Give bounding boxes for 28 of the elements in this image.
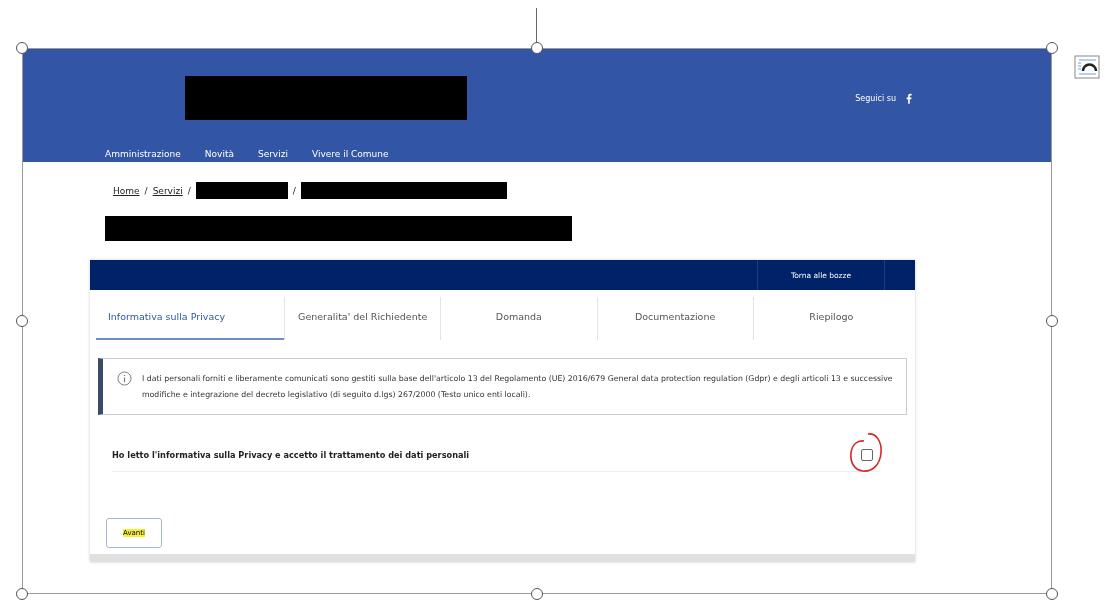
nav-link[interactable]: Vivere il Comune — [311, 149, 389, 159]
breadcrumb-separator: / — [144, 185, 148, 196]
breadcrumb-separator: / — [187, 185, 191, 196]
consent-label: Ho letto l'informativa sulla Privacy e accetto il trattamento dei dati personali — [112, 450, 470, 460]
step-tab[interactable]: Generalita' del Richiedente — [284, 297, 441, 340]
resize-handle[interactable] — [1046, 588, 1058, 600]
breadcrumb-link[interactable]: Home — [113, 185, 140, 196]
nav-link[interactable]: Servizi — [257, 149, 288, 159]
resize-handle[interactable] — [16, 42, 28, 54]
step-tab[interactable]: Domanda — [440, 297, 597, 340]
resize-handle[interactable] — [531, 588, 543, 600]
resize-handle[interactable] — [531, 42, 543, 54]
follow-label: Seguici su — [855, 93, 896, 103]
step-tab[interactable]: Riepilogo — [752, 297, 909, 340]
resize-handle[interactable] — [16, 315, 28, 327]
resize-handle[interactable] — [1046, 315, 1058, 327]
consent-checkbox[interactable] — [861, 449, 873, 461]
breadcrumb-separator: / — [292, 185, 296, 196]
resize-handle[interactable] — [1046, 42, 1058, 54]
nav-link[interactable]: Amministrazione — [105, 149, 181, 159]
layout-options-icon[interactable] — [1074, 55, 1100, 79]
info-icon — [117, 371, 132, 386]
step-tab[interactable]: Informativa sulla Privacy — [96, 297, 285, 340]
step-tab[interactable]: Documentazione — [596, 297, 753, 340]
facebook-icon[interactable] — [906, 92, 912, 104]
breadcrumb-link[interactable]: Servizi — [152, 185, 183, 196]
resize-handle[interactable] — [16, 588, 28, 600]
nav-link[interactable]: Novità — [204, 149, 234, 159]
